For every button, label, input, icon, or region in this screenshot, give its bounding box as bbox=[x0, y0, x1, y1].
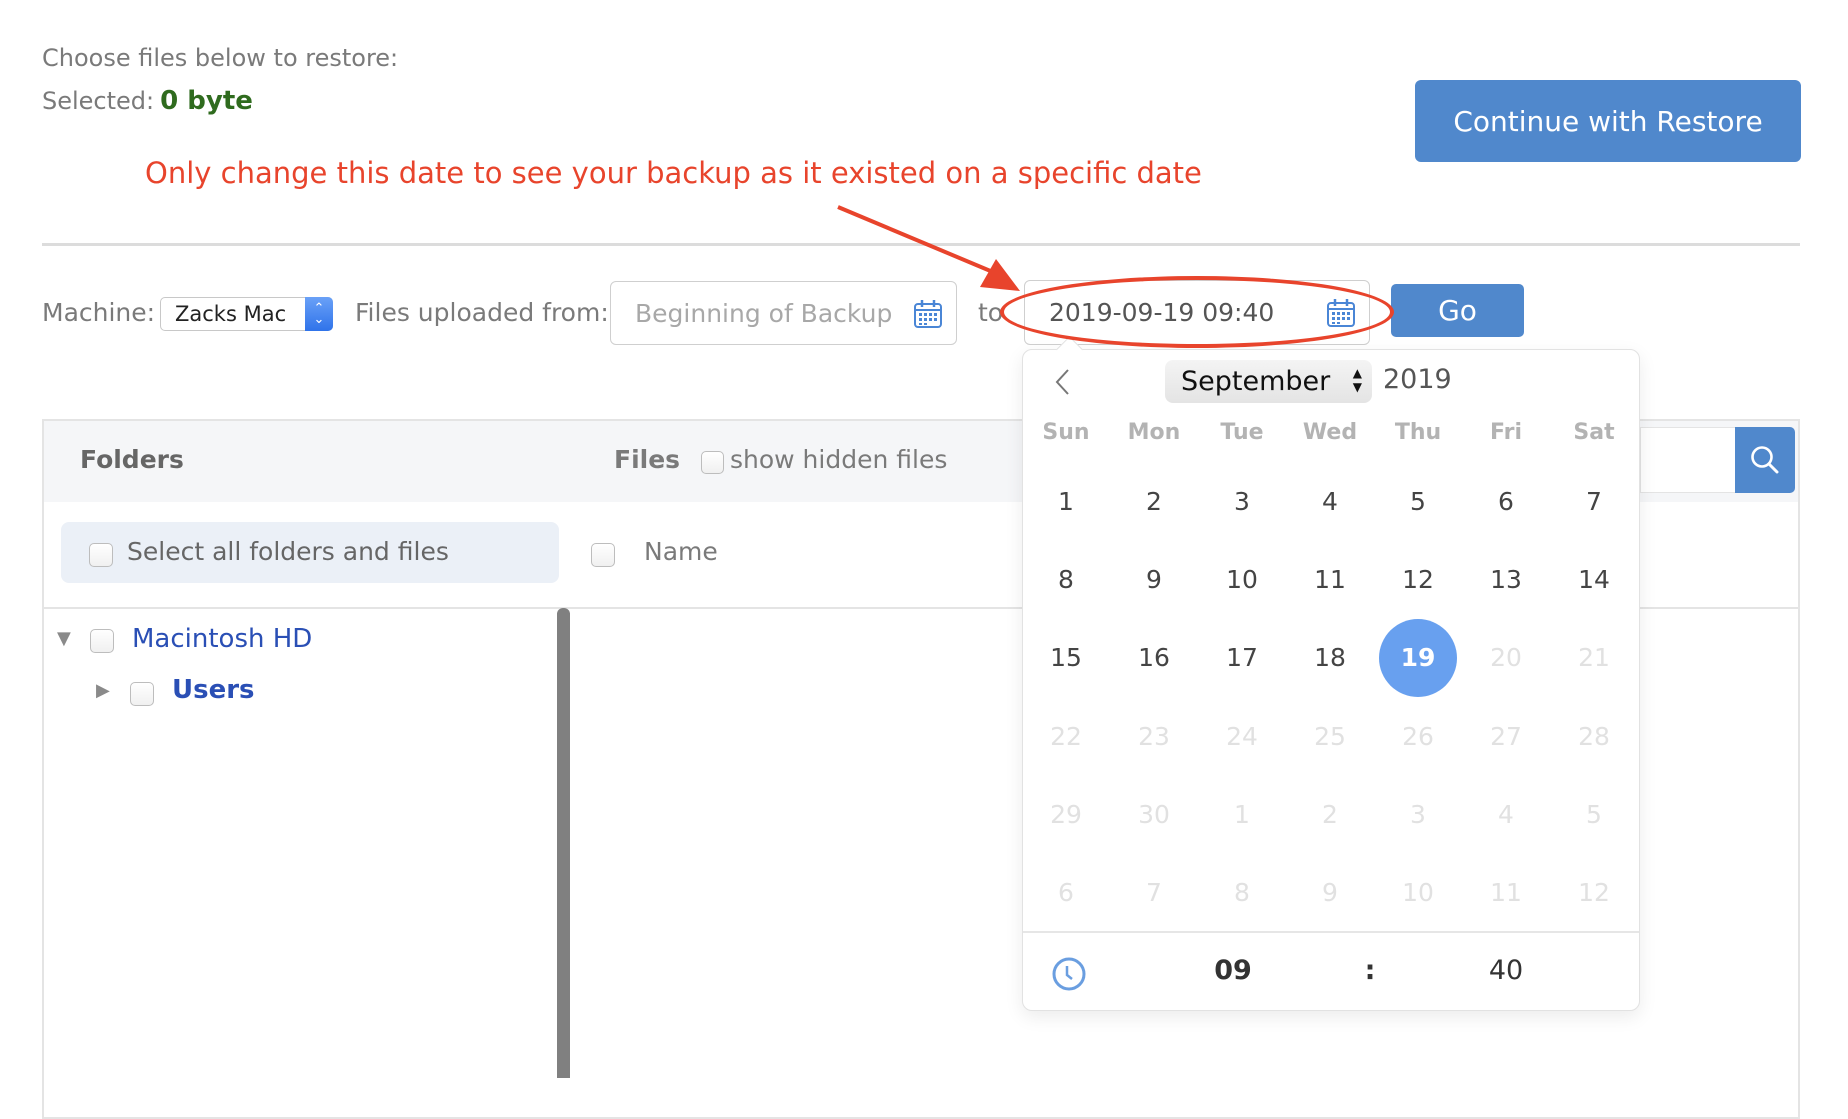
clock-icon bbox=[1052, 957, 1086, 991]
machine-value: Zacks Mac bbox=[175, 302, 287, 326]
calendar-day[interactable]: 1 bbox=[1022, 482, 1110, 522]
users-checkbox[interactable] bbox=[130, 682, 154, 706]
calendar-day: 24 bbox=[1226, 722, 1258, 751]
expand-triangle-right-icon[interactable]: ▶ bbox=[96, 680, 110, 701]
macintosh-hd-checkbox[interactable] bbox=[90, 629, 114, 653]
calendar-day: 11 bbox=[1490, 878, 1522, 907]
weekday-tue: Tue bbox=[1220, 420, 1264, 445]
weekday-wed: Wed bbox=[1302, 420, 1358, 445]
continue-with-restore-button[interactable]: Continue with Restore bbox=[1415, 80, 1801, 162]
calendar-day: 8 bbox=[1234, 878, 1250, 907]
divider bbox=[42, 243, 1800, 246]
selected-size: Selected: 0 byte bbox=[42, 86, 253, 116]
year-value[interactable]: 2019 bbox=[1383, 364, 1452, 395]
calendar-day: 26 bbox=[1402, 722, 1434, 751]
calendar-day[interactable]: 18 bbox=[1286, 638, 1374, 678]
go-button[interactable]: Go bbox=[1391, 284, 1524, 337]
tree-item-macintosh-hd[interactable]: Macintosh HD bbox=[132, 624, 312, 654]
calendar-day: 23 bbox=[1138, 722, 1170, 751]
hour-value[interactable]: 09 bbox=[1200, 955, 1266, 986]
from-date-placeholder: Beginning of Backup bbox=[635, 298, 893, 328]
from-date-input[interactable]: Beginning of Backup bbox=[610, 281, 957, 345]
calendar-day: 12 bbox=[1578, 878, 1610, 907]
calendar-day: 21 bbox=[1578, 643, 1610, 672]
month-value: September bbox=[1181, 366, 1331, 397]
month-select[interactable]: September ▲ ▼ bbox=[1165, 360, 1372, 403]
weekday-mon: Mon bbox=[1127, 420, 1181, 445]
to-date-value: 2019-09-19 09:40 bbox=[1049, 298, 1275, 327]
select-updown-icon: ▲ ▼ bbox=[1352, 366, 1362, 394]
calendar-day: 5 bbox=[1586, 800, 1602, 829]
calendar-day: 2 bbox=[1322, 800, 1338, 829]
machine-label: Machine: bbox=[42, 298, 156, 327]
weekday-sun: Sun bbox=[1042, 420, 1090, 445]
select-all-label[interactable]: Select all folders and files bbox=[127, 537, 449, 566]
weekday-thu: Thu bbox=[1394, 420, 1442, 445]
chevron-left-icon[interactable] bbox=[1048, 364, 1078, 400]
time-separator: : bbox=[1364, 955, 1376, 986]
weekday-fri: Fri bbox=[1489, 420, 1522, 445]
calendar-icon[interactable] bbox=[1325, 297, 1357, 329]
files-header: Files bbox=[614, 445, 681, 474]
calendar-day: 1 bbox=[1234, 800, 1250, 829]
calendar-day[interactable]: 5 bbox=[1374, 482, 1462, 522]
calendar-day[interactable]: 7 bbox=[1550, 482, 1638, 522]
calendar-day: 7 bbox=[1146, 878, 1162, 907]
files-uploaded-from-label: Files uploaded from: bbox=[355, 298, 609, 327]
calendar-day[interactable]: 9 bbox=[1110, 560, 1198, 600]
selected-value: 0 byte bbox=[160, 86, 253, 116]
select-stepper-icon: ⌃ ⌄ bbox=[305, 297, 333, 331]
calendar-day: 6 bbox=[1058, 878, 1074, 907]
calendar-day: 25 bbox=[1314, 722, 1346, 751]
calendar-day: 20 bbox=[1490, 643, 1522, 672]
calendar-day[interactable]: 14 bbox=[1550, 560, 1638, 600]
calendar-day[interactable]: 11 bbox=[1286, 560, 1374, 600]
calendar-day[interactable]: 6 bbox=[1462, 482, 1550, 522]
machine-select[interactable]: Zacks Mac ⌃ ⌄ bbox=[160, 297, 333, 331]
select-all-files-checkbox[interactable] bbox=[591, 543, 615, 567]
search-button[interactable] bbox=[1735, 427, 1795, 493]
panel-splitter[interactable] bbox=[557, 608, 570, 1078]
calendar-day[interactable]: 16 bbox=[1110, 638, 1198, 678]
calendar-day[interactable]: 4 bbox=[1286, 482, 1374, 522]
calendar-day: 30 bbox=[1138, 800, 1170, 829]
expand-triangle-down-icon[interactable]: ▼ bbox=[57, 628, 71, 649]
restore-instructions: Choose files below to restore: bbox=[42, 44, 399, 72]
calendar-icon[interactable] bbox=[912, 298, 944, 330]
calendar-day[interactable]: 2 bbox=[1110, 482, 1198, 522]
calendar-day[interactable]: 10 bbox=[1198, 560, 1286, 600]
selected-label: Selected: bbox=[42, 87, 155, 115]
calendar-day: 4 bbox=[1498, 800, 1514, 829]
calendar-day[interactable]: 8 bbox=[1022, 560, 1110, 600]
calendar-day: 9 bbox=[1322, 878, 1338, 907]
divider bbox=[1023, 931, 1639, 933]
calendar-day-selected[interactable]: 19 bbox=[1374, 638, 1462, 678]
calendar-day: 28 bbox=[1578, 722, 1610, 751]
minute-value[interactable]: 40 bbox=[1473, 955, 1539, 986]
calendar-day: 3 bbox=[1410, 800, 1426, 829]
calendar-day[interactable]: 17 bbox=[1198, 638, 1286, 678]
name-column-header[interactable]: Name bbox=[644, 537, 718, 566]
tree-item-users[interactable]: Users bbox=[172, 675, 255, 705]
calendar-day: 29 bbox=[1050, 800, 1082, 829]
calendar-day[interactable]: 13 bbox=[1462, 560, 1550, 600]
calendar-day: 10 bbox=[1402, 878, 1434, 907]
show-hidden-files-label[interactable]: show hidden files bbox=[730, 445, 947, 474]
annotation-text: Only change this date to see your backup… bbox=[145, 156, 1202, 190]
calendar-day[interactable]: 12 bbox=[1374, 560, 1462, 600]
to-date-input[interactable]: 2019-09-19 09:40 bbox=[1024, 280, 1370, 345]
search-icon bbox=[1751, 446, 1779, 474]
calendar-day[interactable]: 3 bbox=[1198, 482, 1286, 522]
folders-header: Folders bbox=[80, 445, 184, 474]
calendar-day: 22 bbox=[1050, 722, 1082, 751]
calendar-day[interactable]: 15 bbox=[1022, 638, 1110, 678]
search-input[interactable] bbox=[1640, 427, 1736, 493]
show-hidden-files-checkbox[interactable] bbox=[701, 451, 724, 474]
select-all-checkbox[interactable] bbox=[89, 543, 113, 567]
to-label: to bbox=[978, 298, 1004, 327]
calendar-day: 27 bbox=[1490, 722, 1522, 751]
weekday-sat: Sat bbox=[1573, 420, 1615, 445]
